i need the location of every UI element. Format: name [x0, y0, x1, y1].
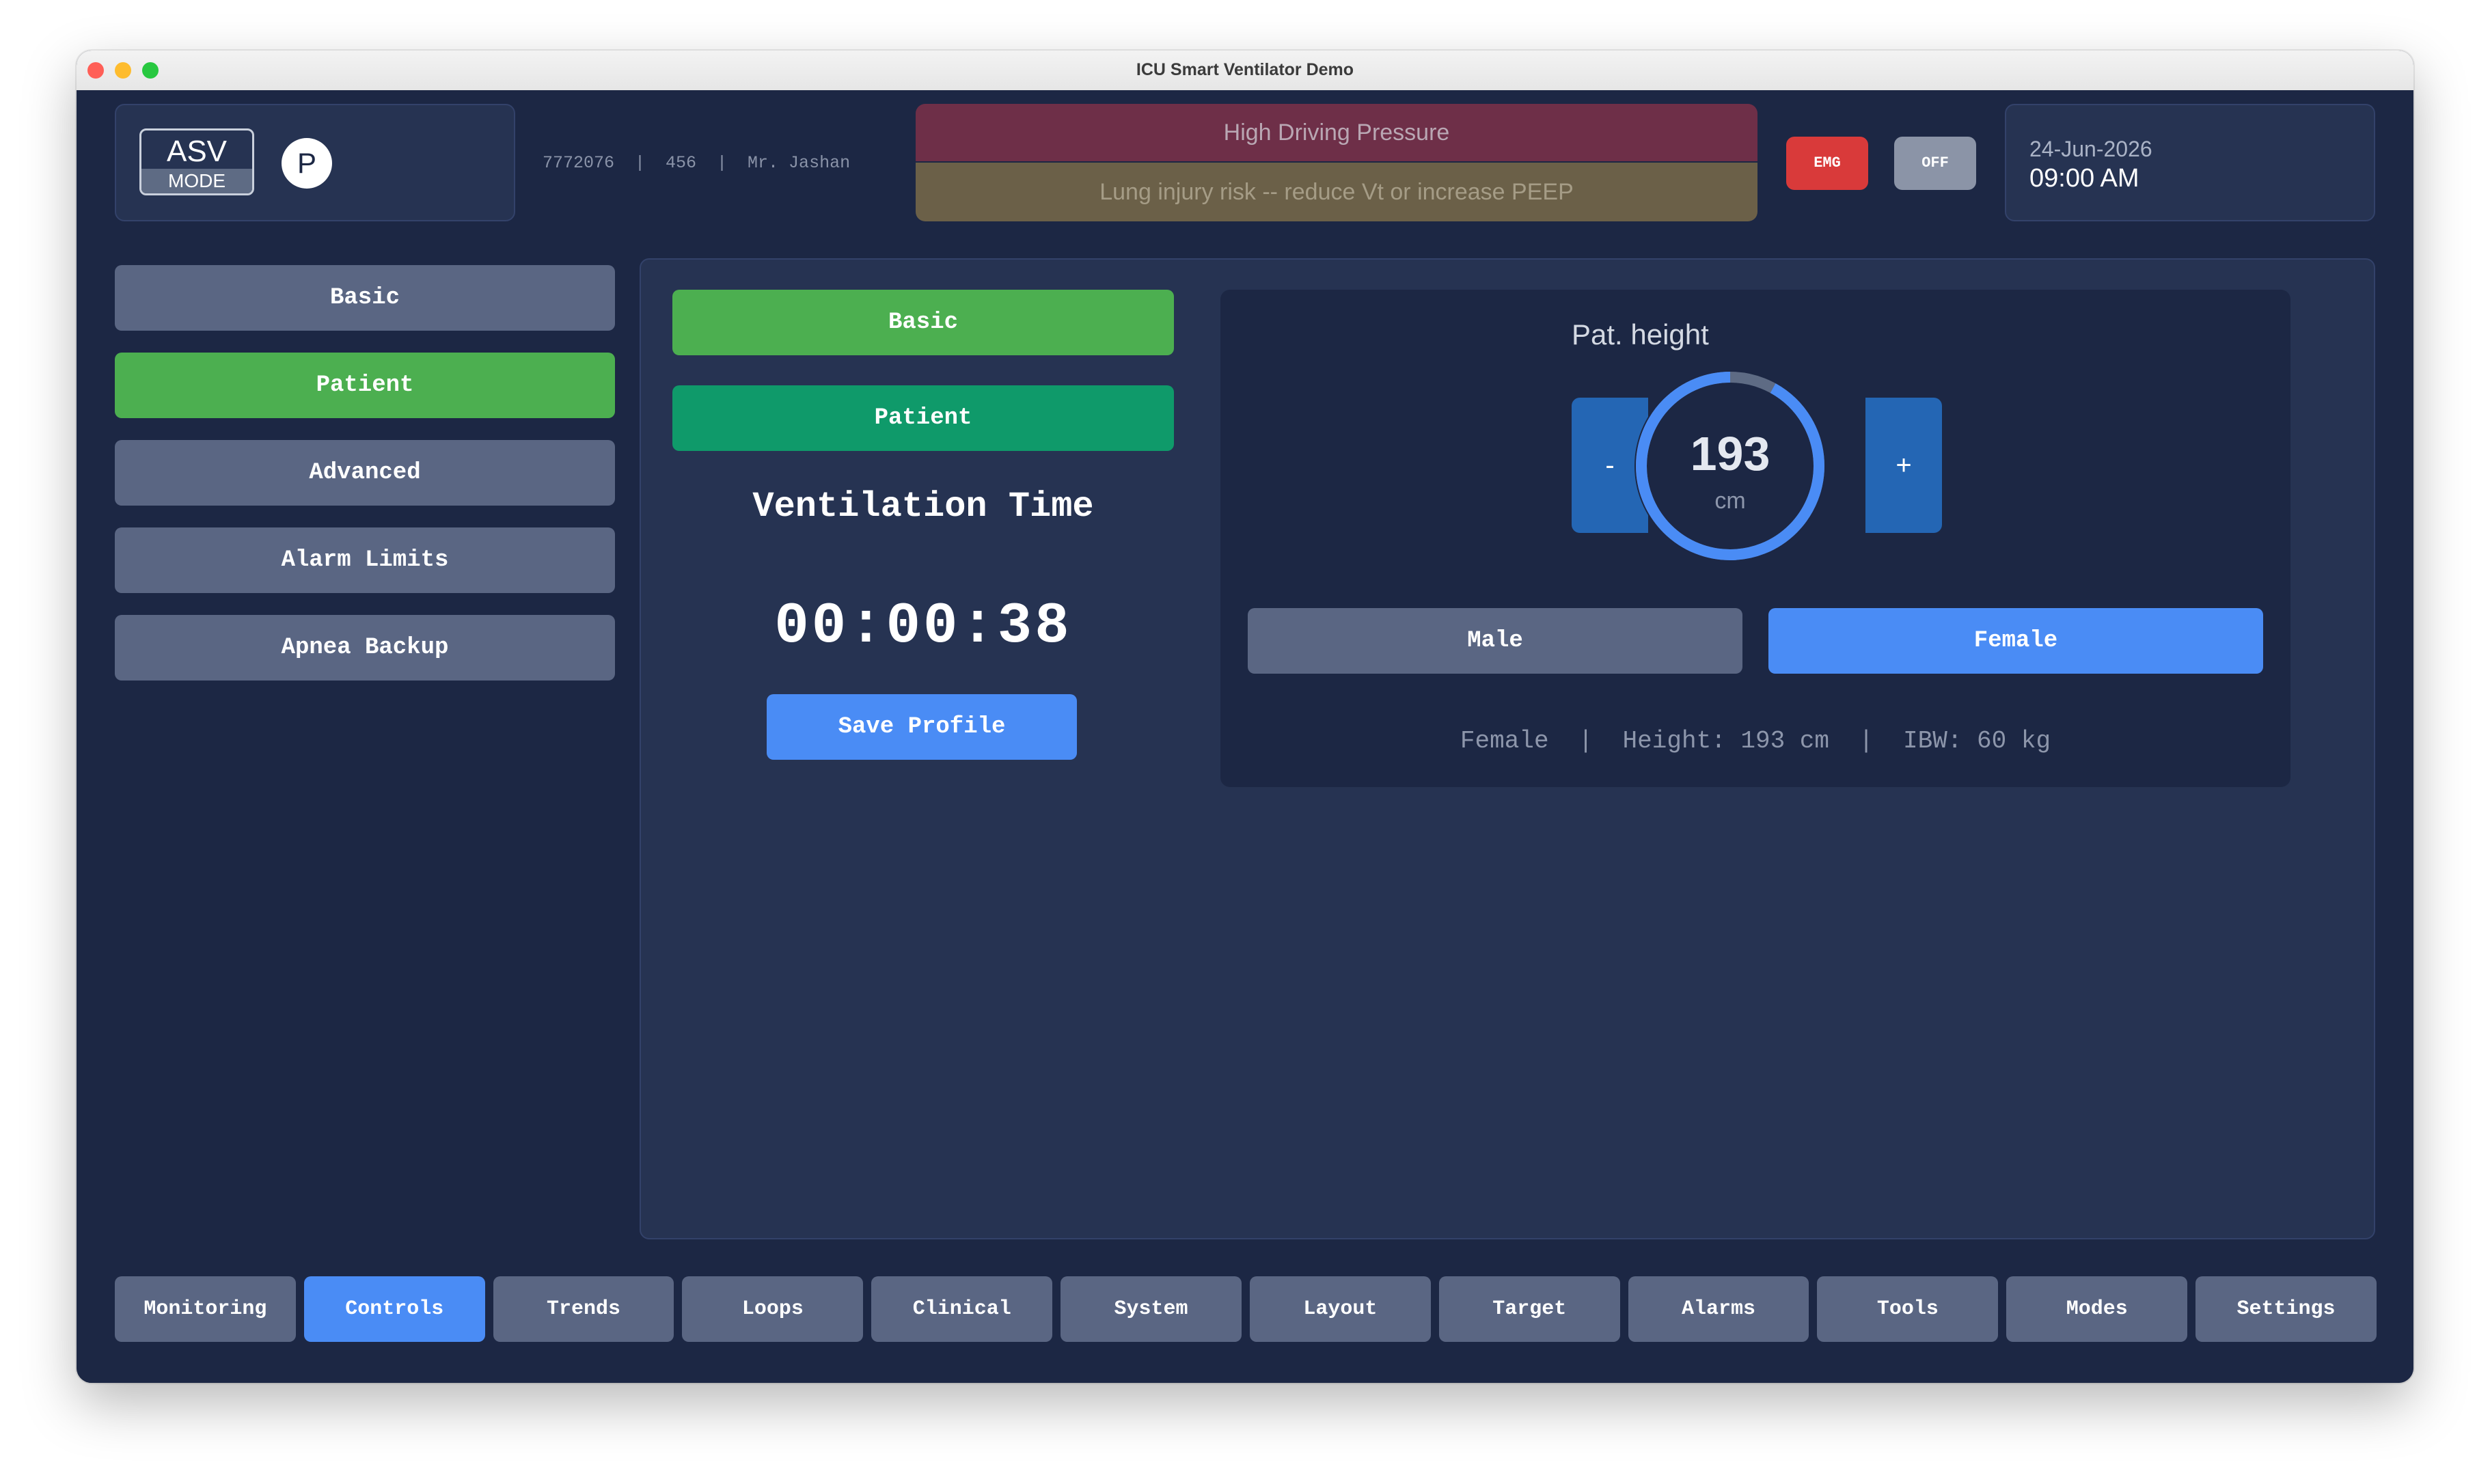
datetime-panel: 24-Jun-2026 09:00 AM — [2005, 104, 2375, 221]
alarm-banner[interactable]: High Driving Pressure Lung injury risk -… — [916, 104, 1757, 221]
bottom-nav: Monitoring Controls Trends Loops Clinica… — [115, 1276, 2377, 1342]
nav-item-tools[interactable]: Tools — [1817, 1276, 1999, 1342]
nav-item-controls[interactable]: Controls — [303, 1276, 485, 1342]
subtab-basic[interactable]: Basic — [672, 290, 1174, 355]
nav-item-trends[interactable]: Trends — [493, 1276, 674, 1342]
subtab-patient[interactable]: Patient — [672, 385, 1174, 451]
current-date: 24-Jun-2026 — [2029, 137, 2152, 161]
height-unit: cm — [1714, 488, 1746, 514]
patient-settings-panel: Basic Patient Ventilation Time 00:00:38 … — [640, 258, 2375, 1239]
nav-item-target[interactable]: Target — [1438, 1276, 1620, 1342]
save-profile-button[interactable]: Save Profile — [767, 694, 1077, 760]
nav-item-modes[interactable]: Modes — [2006, 1276, 2188, 1342]
nav-item-layout[interactable]: Layout — [1249, 1276, 1431, 1342]
alarm-message: Lung injury risk -- reduce Vt or increas… — [916, 163, 1757, 221]
sidebar-item-basic[interactable]: Basic — [115, 265, 615, 331]
sidebar-item-apnea-backup[interactable]: Apnea Backup — [115, 615, 615, 681]
profile-indicator[interactable]: P — [282, 138, 332, 189]
height-value: 193 — [1690, 427, 1770, 480]
mode-name: ASV — [166, 135, 228, 168]
height-card: Pat. height - + 193 cm Male Female Femal… — [1220, 290, 2290, 787]
mode-label: MODE — [141, 169, 252, 193]
app-window: ICU Smart Ventilator Demo ASV MODE P 777… — [77, 51, 2413, 1383]
mode-badge[interactable]: ASV MODE — [139, 128, 254, 195]
window-title: ICU Smart Ventilator Demo — [1136, 60, 1354, 79]
sex-female-button[interactable]: Female — [1768, 608, 2263, 674]
ventilation-time-value: 00:00:38 — [774, 594, 1072, 659]
sidebar-item-alarm-limits[interactable]: Alarm Limits — [115, 527, 615, 593]
off-button[interactable]: OFF — [1894, 137, 1976, 190]
height-label: Pat. height — [1572, 318, 1709, 351]
title-bar: ICU Smart Ventilator Demo — [77, 51, 2413, 92]
patient-info: 7772076 | 456 | Mr. Jashan — [543, 153, 851, 173]
sidebar-item-patient[interactable]: Patient — [115, 353, 615, 418]
current-time: 09:00 AM — [2029, 164, 2139, 193]
patient-summary: Female | Height: 193 cm | IBW: 60 kg — [1460, 727, 2051, 755]
nav-item-system[interactable]: System — [1061, 1276, 1242, 1342]
emergency-button[interactable]: EMG — [1786, 137, 1868, 190]
mode-panel: ASV MODE P — [115, 104, 515, 221]
nav-item-monitoring[interactable]: Monitoring — [115, 1276, 296, 1342]
nav-item-settings[interactable]: Settings — [2195, 1276, 2377, 1342]
height-increment-button[interactable]: + — [1865, 398, 1942, 533]
nav-item-clinical[interactable]: Clinical — [871, 1276, 1053, 1342]
sidebar-item-advanced[interactable]: Advanced — [115, 440, 615, 506]
nav-item-loops[interactable]: Loops — [682, 1276, 864, 1342]
nav-item-alarms[interactable]: Alarms — [1628, 1276, 1809, 1342]
sex-male-button[interactable]: Male — [1248, 608, 1742, 674]
ventilation-time-title: Ventilation Time — [752, 486, 1094, 527]
alarm-title: High Driving Pressure — [916, 104, 1757, 161]
ventilator-app: ASV MODE P 7772076 | 456 | Mr. Jashan Hi… — [77, 90, 2413, 1383]
